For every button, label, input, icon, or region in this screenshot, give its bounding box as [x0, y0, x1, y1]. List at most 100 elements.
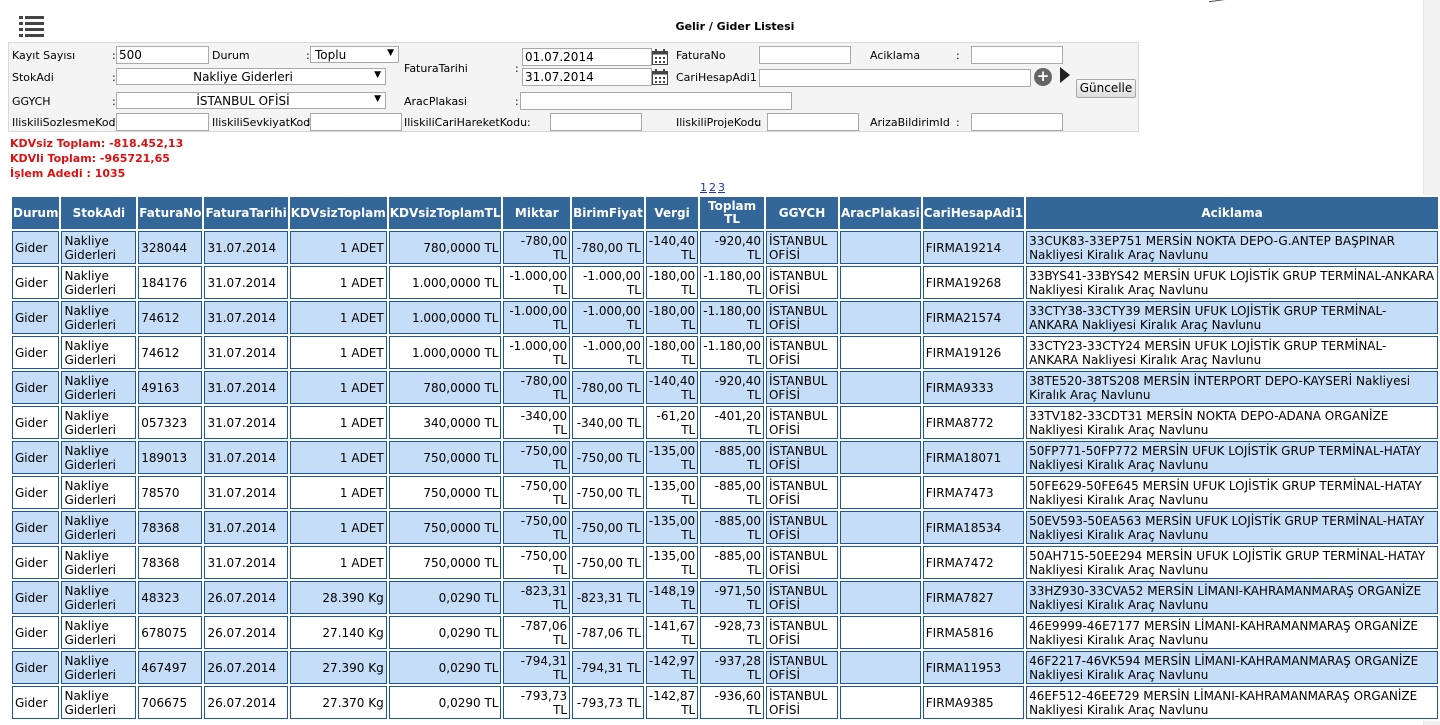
- table-row[interactable]: Gider Nakliye Giderleri 057323 31.07.2014 1 …: [12, 406, 1438, 439]
- cell-cari-hesap-adi: FIRMA8772: [922, 406, 1025, 439]
- iliskili-proje-input[interactable]: [767, 113, 859, 131]
- cell-arac-plakasi: [840, 651, 921, 684]
- cell-fatura-no: 467497: [138, 651, 203, 684]
- cell-toplam-tl: -885,00 TL: [700, 476, 764, 509]
- column-header-arac-plakasi[interactable]: AracPlakasi: [840, 197, 921, 229]
- cell-vergi: -142,87 TL: [645, 686, 699, 719]
- column-header-toplam-tl[interactable]: Toplam TL: [700, 197, 764, 229]
- stok-adi-label: StokAdi: [12, 71, 54, 84]
- calendar-icon[interactable]: [652, 49, 668, 65]
- ggych-select[interactable]: İSTANBUL OFİSİ ▼: [116, 92, 386, 109]
- ariza-bildirim-label: ArizaBildirimId: [870, 116, 950, 129]
- cell-vergi: -180,00 TL: [645, 336, 699, 369]
- iliskili-sevkiyat-input[interactable]: [310, 113, 402, 131]
- cell-birim-fiyat: -1.000,00 TL: [572, 266, 644, 299]
- cell-arac-plakasi: [840, 301, 921, 334]
- add-cari-icon[interactable]: +: [1034, 68, 1052, 86]
- table-row[interactable]: Gider Nakliye Giderleri 48323 26.07.2014 28.…: [12, 581, 1438, 614]
- cell-miktar: -750,00 TL: [503, 511, 571, 544]
- table-row[interactable]: Gider Nakliye Giderleri 78368 31.07.2014 1 A…: [12, 511, 1438, 544]
- cell-fatura-no: 057323: [138, 406, 203, 439]
- stok-adi-select[interactable]: Nakliye Giderleri ▼: [116, 68, 386, 85]
- table-row[interactable]: Gider Nakliye Giderleri 78570 31.07.2014 1 A…: [12, 476, 1438, 509]
- cell-stok-adi: Nakliye Giderleri: [61, 616, 137, 649]
- colon: :: [527, 116, 531, 129]
- table-row[interactable]: Gider Nakliye Giderleri 706675 26.07.2014 27…: [12, 686, 1438, 719]
- cell-durum: Gider: [12, 266, 60, 299]
- cell-durum: Gider: [12, 616, 60, 649]
- cell-birim-fiyat: -750,00 TL: [572, 546, 644, 579]
- calendar-icon[interactable]: [652, 69, 668, 85]
- iliskili-sozlesme-label: IliskiliSozlesmeKodu: [12, 116, 123, 129]
- page-link-2[interactable]: 2: [709, 181, 716, 194]
- fatura-no-label: FaturaNo: [676, 49, 726, 62]
- cell-miktar: -794,31 TL: [503, 651, 571, 684]
- table-row[interactable]: Gider Nakliye Giderleri 74612 31.07.2014 1 A…: [12, 336, 1438, 369]
- cell-fatura-tarihi: 31.07.2014: [204, 406, 288, 439]
- cell-fatura-tarihi: 31.07.2014: [204, 441, 288, 474]
- cell-vergi: -135,00 TL: [645, 546, 699, 579]
- kayit-sayisi-input[interactable]: [116, 46, 209, 64]
- iliskili-sozlesme-input[interactable]: [116, 113, 209, 131]
- column-header-kdvsiz-toplam-tl[interactable]: KDVsizToplamTL: [388, 197, 502, 229]
- cell-kdvsiz-toplam: 27.390 Kg: [289, 651, 387, 684]
- cell-birim-fiyat: -780,00 TL: [572, 371, 644, 404]
- page-link-1[interactable]: 1: [700, 181, 707, 194]
- cell-kdvsiz-toplam: 1 ADET: [289, 336, 387, 369]
- cell-fatura-tarihi: 31.07.2014: [204, 266, 288, 299]
- table-row[interactable]: Gider Nakliye Giderleri 74612 31.07.2014 1 A…: [12, 301, 1438, 334]
- page-link-3[interactable]: 3: [718, 181, 725, 194]
- cell-miktar: -787,06 TL: [503, 616, 571, 649]
- cell-fatura-no: 678075: [138, 616, 203, 649]
- dropdown-arrow-icon: ▼: [387, 48, 394, 58]
- column-header-aciklama[interactable]: Aciklama: [1026, 197, 1438, 229]
- column-header-durum[interactable]: Durum: [12, 197, 60, 229]
- table-row[interactable]: Gider Nakliye Giderleri 467497 26.07.2014 27…: [12, 651, 1438, 684]
- column-header-cari-hesap-adi[interactable]: CariHesapAdi1: [922, 197, 1025, 229]
- ariza-bildirim-input[interactable]: [971, 113, 1063, 131]
- column-header-vergi[interactable]: Vergi: [645, 197, 699, 229]
- cell-ggych: İSTANBUL OFİSİ: [765, 371, 839, 404]
- table-row[interactable]: Gider Nakliye Giderleri 184176 31.07.2014 1 …: [12, 266, 1438, 299]
- arac-plakasi-input[interactable]: [520, 92, 792, 110]
- column-header-kdvsiz-toplam[interactable]: KDVsizToplam: [289, 197, 387, 229]
- table-row[interactable]: Gider Nakliye Giderleri 189013 31.07.2014 1 …: [12, 441, 1438, 474]
- cell-fatura-tarihi: 31.07.2014: [204, 511, 288, 544]
- cell-birim-fiyat: -1.000,00 TL: [572, 301, 644, 334]
- cell-cari-hesap-adi: FIRMA19268: [922, 266, 1025, 299]
- ggych-select-value: İSTANBUL OFİSİ: [196, 94, 290, 108]
- iliskili-cari-input[interactable]: [550, 113, 642, 131]
- cell-ggych: İSTANBUL OFİSİ: [765, 581, 839, 614]
- cell-cari-hesap-adi: FIRMA18071: [922, 441, 1025, 474]
- cell-toplam-tl: -885,00 TL: [700, 441, 764, 474]
- update-button[interactable]: Güncelle: [1076, 79, 1136, 98]
- fatura-tarihi-end-input[interactable]: [522, 68, 652, 86]
- cell-fatura-tarihi: 31.07.2014: [204, 336, 288, 369]
- table-row[interactable]: Gider Nakliye Giderleri 678075 26.07.2014 27…: [12, 616, 1438, 649]
- cell-birim-fiyat: -787,06 TL: [572, 616, 644, 649]
- table-row[interactable]: Gider Nakliye Giderleri 78368 31.07.2014 1 A…: [12, 546, 1438, 579]
- cell-kdvsiz-toplam: 1 ADET: [289, 266, 387, 299]
- fatura-tarihi-start-input[interactable]: [522, 48, 652, 66]
- play-arrow-icon[interactable]: [1060, 67, 1070, 83]
- cell-toplam-tl: -928,73 TL: [700, 616, 764, 649]
- cell-ggych: İSTANBUL OFİSİ: [765, 511, 839, 544]
- column-header-ggych[interactable]: GGYCH: [765, 197, 839, 229]
- aciklama-input[interactable]: [971, 46, 1063, 64]
- fatura-tarihi-label: FaturaTarihi: [404, 62, 468, 75]
- column-header-fatura-tarihi[interactable]: FaturaTarihi: [204, 197, 288, 229]
- column-header-stok-adi[interactable]: StokAdi: [61, 197, 137, 229]
- cell-ggych: İSTANBUL OFİSİ: [765, 406, 839, 439]
- cari-hesap-adi-input[interactable]: [759, 69, 1031, 87]
- table-row[interactable]: Gider Nakliye Giderleri 328044 31.07.2014 1 …: [12, 231, 1438, 264]
- column-header-fatura-no[interactable]: FaturaNo: [138, 197, 203, 229]
- results-table: Durum StokAdi FaturaNo FaturaTarihi KDVsizTo…: [10, 195, 1440, 721]
- column-header-birim-fiyat[interactable]: BirimFiyat: [572, 197, 644, 229]
- cell-kdvsiz-toplam: 1 ADET: [289, 546, 387, 579]
- cell-vergi: -135,00 TL: [645, 476, 699, 509]
- fatura-no-input[interactable]: [759, 46, 851, 64]
- cell-durum: Gider: [12, 336, 60, 369]
- column-header-miktar[interactable]: Miktar: [503, 197, 571, 229]
- durum-select[interactable]: Toplu ▼: [310, 46, 399, 63]
- table-row[interactable]: Gider Nakliye Giderleri 49163 31.07.2014 1 A…: [12, 371, 1438, 404]
